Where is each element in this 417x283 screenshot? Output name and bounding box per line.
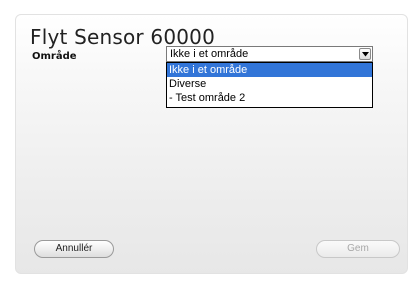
area-select-value: Ikke i et område: [170, 48, 249, 60]
chevron-down-icon[interactable]: [359, 48, 371, 60]
area-option-diverse[interactable]: Diverse: [167, 77, 372, 91]
area-option-none[interactable]: Ikke i et område: [167, 63, 372, 77]
area-dropdown-list: Ikke i et område Diverse - Test område 2: [166, 62, 373, 108]
cancel-button[interactable]: Annullér: [34, 240, 114, 258]
save-button[interactable]: Gem: [316, 240, 400, 258]
area-option-test-area-2[interactable]: - Test område 2: [167, 91, 372, 105]
area-label: Område: [32, 51, 77, 62]
area-select[interactable]: Ikke i et område: [166, 46, 373, 62]
